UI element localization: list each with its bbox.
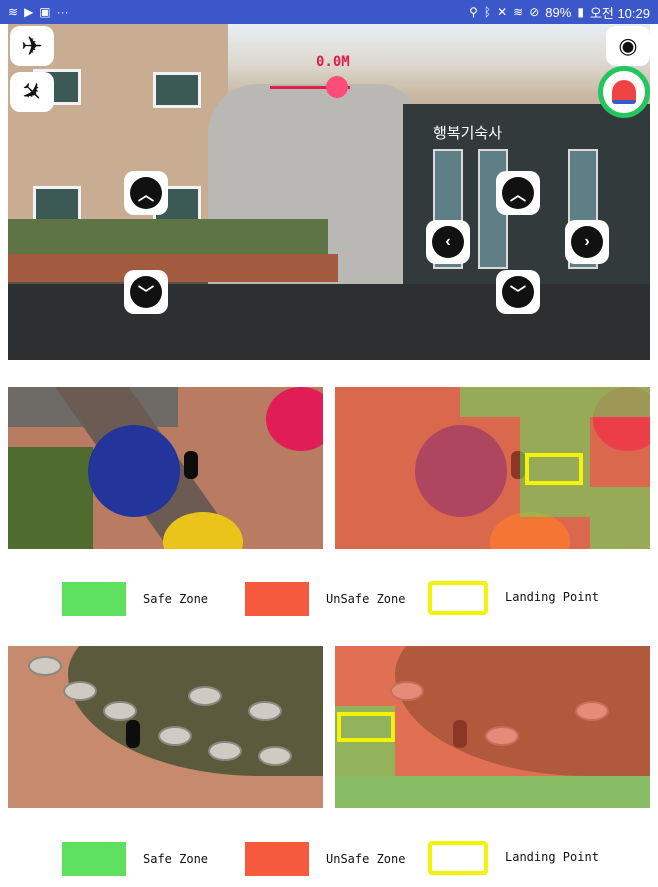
aerial-image-1-original [8, 387, 323, 549]
person [184, 451, 198, 479]
status-bar: ≋ ▶ ▣ ··· ⚲ ᛒ ✕ ≋ ⊘ 89% ▮ 오전 10:29 [0, 0, 658, 24]
drone-camera-view: 행복기숙사 0.0M ✈ ✈ ◉ ︿ ﹀ ︿ ﹀ ‹ › [8, 24, 650, 360]
chevron-down-icon: ﹀ [502, 276, 534, 308]
rock [63, 681, 97, 701]
garden [8, 447, 93, 549]
app-screen: ≋ ▶ ▣ ··· ⚲ ᛒ ✕ ≋ ⊘ 89% ▮ 오전 10:29 행복기숙사 [0, 0, 658, 887]
landing-point-swatch [428, 581, 488, 615]
chevron-down-icon: ﹀ [130, 276, 162, 308]
unsafe-zone-label: UnSafe Zone [326, 852, 406, 866]
chevron-up-icon: ︿ [502, 177, 534, 209]
camera-button[interactable]: ◉ [606, 26, 650, 66]
rock [258, 746, 292, 766]
safe-zone-label: Safe Zone [143, 852, 209, 866]
altitude-down-button[interactable]: ﹀ [124, 270, 168, 314]
aerial-image-1-analyzed [335, 387, 650, 549]
image-icon: ▣ [39, 5, 51, 19]
person [126, 720, 140, 748]
rock [188, 686, 222, 706]
landing-icon: ✈ [14, 73, 51, 110]
unsafe-zone-swatch [245, 582, 309, 616]
wifi-icon: ≋ [8, 5, 19, 19]
chevron-up-icon: ︿ [130, 177, 162, 209]
landing-button[interactable]: ✈ [10, 72, 54, 112]
landing-point-marker [337, 712, 395, 742]
alarm-button[interactable] [598, 66, 650, 118]
more-icon: ··· [56, 5, 69, 19]
play-store-icon: ▶ [24, 5, 34, 19]
safe-zone-overlay [460, 387, 650, 417]
battery-icon: ▮ [577, 5, 584, 19]
aerial-image-2-analyzed [335, 646, 650, 808]
status-left: ≋ ▶ ▣ ··· [8, 6, 69, 18]
building-sign: 행복기숙사 [433, 124, 503, 142]
status-right: ⚲ ᛒ ✕ ≋ ⊘ 89% ▮ 오전 10:29 [469, 3, 650, 22]
unsafe-zone-swatch [245, 842, 309, 876]
battery-percent: 89% [545, 4, 572, 20]
mute-icon: ✕ [497, 5, 508, 19]
rock [208, 741, 242, 761]
no-signal-icon: ⊘ [529, 5, 540, 19]
wet-pavement [8, 284, 650, 360]
bluetooth-icon: ᛒ [483, 5, 492, 19]
move-right-button[interactable]: › [565, 220, 609, 264]
safe-zone-overlay [335, 776, 650, 808]
chevron-left-icon: ‹ [432, 226, 464, 258]
siren-icon [612, 80, 636, 104]
rock [158, 726, 192, 746]
landing-point-label: Landing Point [505, 850, 599, 864]
altitude-up-button[interactable]: ︿ [124, 171, 168, 215]
hedge [8, 219, 328, 254]
building-window [33, 186, 81, 222]
landing-point-label: Landing Point [505, 590, 599, 604]
aerial-image-2-original [8, 646, 323, 808]
safe-zone-label: Safe Zone [143, 592, 209, 606]
safe-zone-swatch [62, 842, 126, 876]
building-window [153, 72, 201, 108]
landing-point-swatch [428, 841, 488, 875]
rock [28, 656, 62, 676]
legend-1: Safe Zone UnSafe Zone Landing Point [0, 572, 658, 630]
takeoff-button[interactable]: ✈ [10, 26, 54, 66]
altitude-label: 0.0M [316, 54, 350, 70]
brick-wall [8, 254, 338, 282]
blue-umbrella [88, 425, 180, 517]
legend-2: Safe Zone UnSafe Zone Landing Point [0, 832, 658, 887]
signal-wifi-icon: ≋ [513, 5, 524, 19]
altitude-slider-thumb[interactable] [326, 76, 348, 98]
safe-zone-overlay [590, 487, 650, 549]
move-backward-button[interactable]: ﹀ [496, 270, 540, 314]
location-icon: ⚲ [469, 5, 478, 19]
move-forward-button[interactable]: ︿ [496, 171, 540, 215]
rock [103, 701, 137, 721]
rock [248, 701, 282, 721]
landing-point-marker [525, 453, 583, 485]
clock: 오전 10:29 [589, 5, 650, 21]
camera-icon: ◉ [618, 33, 638, 58]
move-left-button[interactable]: ‹ [426, 220, 470, 264]
unsafe-zone-label: UnSafe Zone [326, 592, 406, 606]
takeoff-icon: ✈ [21, 30, 43, 61]
safe-zone-swatch [62, 582, 126, 616]
chevron-right-icon: › [571, 226, 603, 258]
